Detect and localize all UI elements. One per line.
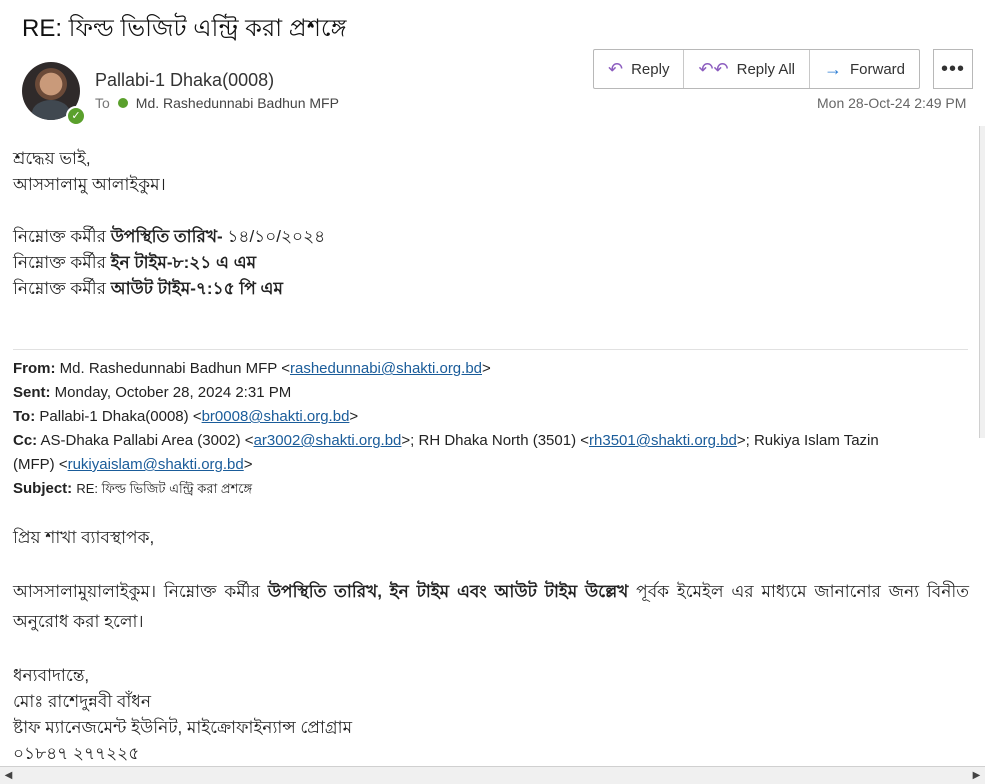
reply-label: Reply (631, 60, 670, 78)
cc2-email-link[interactable]: rh3501@shakti.org.bd (589, 432, 737, 449)
forward-icon: → (823, 58, 842, 79)
greeting: শ্রদ্ধেয় ভাই, (13, 149, 91, 168)
quoted-paragraph: আসসালামুয়ালাইকুম। নিম্নোক্ত কর্মীর উপস্… (13, 582, 969, 631)
cc1-email-link[interactable]: ar3002@shakti.org.bd (254, 432, 402, 449)
closing: ধন্যবাদান্তে, (13, 666, 90, 685)
from-email-link[interactable]: rashedunnabi@shakti.org.bd (290, 360, 482, 377)
cc3-email-link[interactable]: rukiyaislam@shakti.org.bd (68, 456, 244, 473)
recipient-presence-icon (117, 98, 128, 108)
quote-divider (13, 349, 968, 350)
forward-label: Forward (849, 60, 905, 78)
quoted-cc: Cc: AS-Dhaka Pallabi Area (3002) <ar3002… (13, 432, 879, 473)
signature-phone: ০১৮৪৭ ২৭৭২২৫ (13, 744, 140, 763)
sent-date: Mon 28-Oct-24 2:49 PM (817, 95, 967, 111)
quoted-header: From: Md. Rashedunnabi Badhun MFP <rashe… (13, 357, 968, 501)
message-actions: ↶ Reply ↶↶ Reply All → Forward (593, 49, 920, 89)
quoted-salutation: প্রিয় শাখা ব্যাবস্থাপক, (13, 528, 155, 547)
to-label: To (95, 95, 110, 111)
scroll-right-icon[interactable]: ▶ (968, 767, 985, 784)
reply-button[interactable]: ↶ Reply (594, 50, 685, 88)
more-icon: ••• (940, 57, 965, 80)
quoted-subject: Subject: RE: ফিল্ড ভিজিট এন্ট্রি করা প্র… (13, 480, 253, 497)
reply-all-button[interactable]: ↶↶ Reply All (684, 50, 810, 88)
quoted-body: প্রিয় শাখা ব্যাবস্থাপক, আসসালামুয়ালাইক… (13, 525, 969, 767)
in-time-line: নিম্নোক্ত কর্মীর ইন টাইম-৮:২১ এ এম (13, 253, 257, 272)
message-body: শ্রদ্ধেয় ভাই, আসসালামু আলাইকুম। নিম্নোক… (13, 146, 969, 302)
signature-title: ষ্টাফ ম্যানেজমেন্ট ইউনিট, মাইক্রোফাইন্যা… (13, 718, 353, 737)
recipient-name[interactable]: Md. Rashedunnabi Badhun MFP (136, 95, 339, 111)
horizontal-scrollbar[interactable]: ◀ ▶ (0, 766, 985, 784)
out-time-line: নিম্নোক্ত কর্মীর আউট টাইম-৭:১৫ পি এম (13, 279, 283, 298)
reply-icon: ↶ (608, 58, 624, 79)
email-subject: RE: ফিল্ড ভিজিট এন্ট্রি করা প্রশঙ্গে (22, 15, 347, 42)
quoted-from: From: Md. Rashedunnabi Badhun MFP <rashe… (13, 360, 491, 377)
presence-check-icon: ✓ (66, 106, 86, 126)
forward-button[interactable]: → Forward (810, 50, 919, 88)
reply-all-label: Reply All (736, 60, 795, 78)
signature-name: মোঃ রাশেদুন্নবী বাঁধন (13, 692, 151, 711)
attendance-date-line: নিম্নোক্ত কর্মীর উপস্থিতি তারিখ- ১৪/১০/২… (13, 227, 326, 246)
reply-all-icon: ↶↶ (698, 58, 729, 79)
quoted-sent: Sent: Monday, October 28, 2024 2:31 PM (13, 384, 292, 401)
vertical-scrollbar[interactable] (979, 126, 985, 438)
salam: আসসালামু আলাইকুম। (13, 175, 166, 194)
quoted-to: To: Pallabi-1 Dhaka(0008) <br0008@shakti… (13, 408, 359, 425)
recipient-line: To Md. Rashedunnabi Badhun MFP (95, 95, 339, 111)
scroll-left-icon[interactable]: ◀ (0, 767, 17, 784)
to-email-link[interactable]: br0008@shakti.org.bd (202, 408, 350, 425)
more-actions-button[interactable]: ••• (933, 49, 973, 89)
sender-name[interactable]: Pallabi-1 Dhaka(0008) (95, 70, 274, 91)
